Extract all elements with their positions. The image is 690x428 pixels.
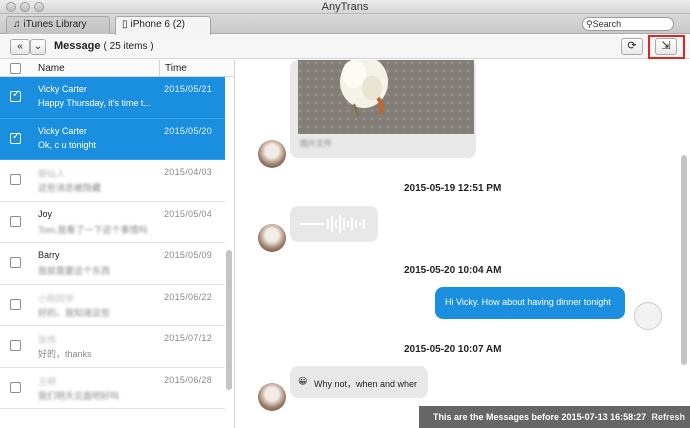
double-chevron-left-icon: « xyxy=(17,41,23,52)
message-timestamp: 2015-05-19 12:51 PM xyxy=(404,183,502,194)
tab-itunes-library-label: iTunes Library xyxy=(23,19,87,30)
message-preview: 这些消息被隐藏 xyxy=(38,183,102,193)
contact-name: Joy xyxy=(38,208,53,219)
title-bar: AnyTrans xyxy=(0,0,690,14)
list-rows: Vicky Carter Happy Thursday, it's time t… xyxy=(0,77,225,409)
row-checkbox[interactable] xyxy=(10,131,21,144)
toolbar: « ⌄ Message ( 25 items ) ⟳ ⇲ xyxy=(0,35,690,59)
select-all-checkbox[interactable] xyxy=(10,63,21,74)
list-item[interactable]: 王明 我们明天见面吧好吗 2015/06/28 xyxy=(0,367,225,409)
search-icon: ⚲ xyxy=(586,19,593,29)
search-input[interactable]: ⚲Search xyxy=(582,17,674,31)
tab-iphone-label: iPhone 6 (2) xyxy=(130,19,185,30)
message-timestamp: 2015-05-20 10:04 AM xyxy=(404,265,502,276)
smile-emoji-icon: 😀 xyxy=(298,376,308,386)
chevron-down-icon: ⌄ xyxy=(33,41,43,52)
message-date: 2015/05/04 xyxy=(164,208,213,219)
list-item[interactable]: Barry 我就需要这个东西 2015/05/09 xyxy=(0,243,225,285)
image-message-bubble[interactable]: 图片文件 xyxy=(290,60,476,158)
tab-iphone[interactable]: ▯ iPhone 6 (2) xyxy=(115,16,211,35)
message-date: 2015/05/09 xyxy=(164,250,213,260)
highlight-box xyxy=(648,35,685,59)
contact-name: Vicky Carter xyxy=(38,84,87,94)
message-date: 2015/07/12 xyxy=(164,333,213,343)
dropdown-button[interactable]: ⌄ xyxy=(30,39,46,55)
contact-avatar xyxy=(258,140,286,168)
incoming-message-bubble[interactable]: 😀 Why not，when and wher xyxy=(290,366,428,398)
conversation-pane: 图片文件 2015-05-19 12:51 PM 2015-05-20 10:0… xyxy=(236,60,690,428)
outgoing-message-text: Hi Vicky. How about having dinner tonigh… xyxy=(445,297,611,307)
incoming-message-text: Why not，when and wher xyxy=(314,379,418,389)
list-item[interactable]: 小刚同学 好的，我知道这些 2015/06/22 xyxy=(0,284,225,326)
message-preview: 我就需要这个东西 xyxy=(38,266,111,276)
row-checkbox[interactable] xyxy=(10,257,21,268)
app-title: AnyTrans xyxy=(321,1,369,13)
tab-bar: ♫ iTunes Library ▯ iPhone 6 (2) ⚲Search xyxy=(0,14,690,35)
list-item[interactable]: Vicky Carter Ok, c u tonight 2015/05/20 xyxy=(0,118,225,160)
row-checkbox[interactable] xyxy=(10,340,21,351)
history-refresh-link[interactable]: Refresh xyxy=(651,412,685,422)
contact-name: Vicky Carter xyxy=(38,125,87,136)
contact-name: 王明 xyxy=(38,376,57,387)
music-note-icon: ♫ xyxy=(13,19,21,30)
column-name-header[interactable]: Name xyxy=(38,63,65,74)
list-header: Name Time xyxy=(0,60,234,77)
row-checkbox[interactable] xyxy=(10,298,21,310)
image-caption: 图片文件 xyxy=(300,139,332,148)
row-checkbox[interactable] xyxy=(10,89,21,102)
contact-avatar xyxy=(258,224,286,252)
outgoing-message-bubble[interactable]: Hi Vicky. How about having dinner tonigh… xyxy=(435,287,625,319)
message-preview: 好的，我知道这些 xyxy=(38,307,111,318)
list-item[interactable]: Joy Tom,我看了一下这个事情吗 2015/05/04 xyxy=(0,201,225,243)
message-preview: 好的，thanks xyxy=(38,349,92,359)
contact-name: Barry xyxy=(38,250,60,260)
row-checkbox[interactable] xyxy=(10,381,21,393)
message-timestamp: 2015-05-20 10:07 AM xyxy=(404,344,502,355)
row-checkbox[interactable] xyxy=(10,215,21,227)
search-placeholder: Search xyxy=(592,19,622,29)
list-item[interactable]: Vicky Carter Happy Thursday, it's time t… xyxy=(0,77,225,119)
column-time-header[interactable]: Time xyxy=(165,63,187,74)
back-button[interactable]: « xyxy=(10,39,30,55)
tab-itunes-library[interactable]: ♫ iTunes Library xyxy=(6,16,110,34)
history-status-text: This are the Messages before 2015-07-13 … xyxy=(433,412,647,422)
flower-photo xyxy=(298,60,474,134)
list-item[interactable]: 朝仙人 这些消息被隐藏 2015/04/03 xyxy=(0,160,225,202)
message-preview: Happy Thursday, it's time t... xyxy=(38,98,151,108)
refresh-button[interactable]: ⟳ xyxy=(621,38,643,55)
message-date: 2015/05/20 xyxy=(164,125,213,136)
audio-waveform-icon xyxy=(300,215,365,233)
user-avatar xyxy=(634,302,662,330)
message-preview: Tom,我看了一下这个事情吗 xyxy=(38,224,148,235)
item-count: ( 25 items ) xyxy=(103,41,154,52)
message-preview: Ok, c u tonight xyxy=(38,139,97,150)
contact-avatar xyxy=(258,383,286,411)
contact-name: 朝仙人 xyxy=(38,169,66,179)
anytrans-window: AnyTrans ♫ iTunes Library ▯ iPhone 6 (2) ⚲… xyxy=(0,0,690,428)
message-preview: 我们明天见面吧好吗 xyxy=(38,390,120,401)
chat-scrollbar[interactable] xyxy=(681,155,687,365)
message-date: 2015/06/22 xyxy=(164,291,213,302)
page-title: Message ( 25 items ) xyxy=(54,40,154,52)
history-status-bar: This are the Messages before 2015-07-13 … xyxy=(419,406,690,428)
refresh-icon: ⟳ xyxy=(627,40,637,52)
contact-name: 小刚同学 xyxy=(38,293,75,304)
page-title-text: Message xyxy=(54,40,101,52)
row-checkbox[interactable] xyxy=(10,174,21,185)
message-date: 2015/04/03 xyxy=(164,167,213,177)
list-scrollbar[interactable] xyxy=(226,250,232,390)
message-date: 2015/06/28 xyxy=(164,374,213,385)
contact-name: 张伟 xyxy=(38,335,57,345)
column-divider xyxy=(159,60,160,77)
message-date: 2015/05/21 xyxy=(164,84,213,94)
phone-icon: ▯ xyxy=(122,19,128,30)
audio-message-bubble[interactable] xyxy=(290,206,378,242)
message-list: Name Time Vicky Carter Happy Thursday, i… xyxy=(0,60,235,428)
list-item[interactable]: 张伟 好的，thanks 2015/07/12 xyxy=(0,326,225,368)
